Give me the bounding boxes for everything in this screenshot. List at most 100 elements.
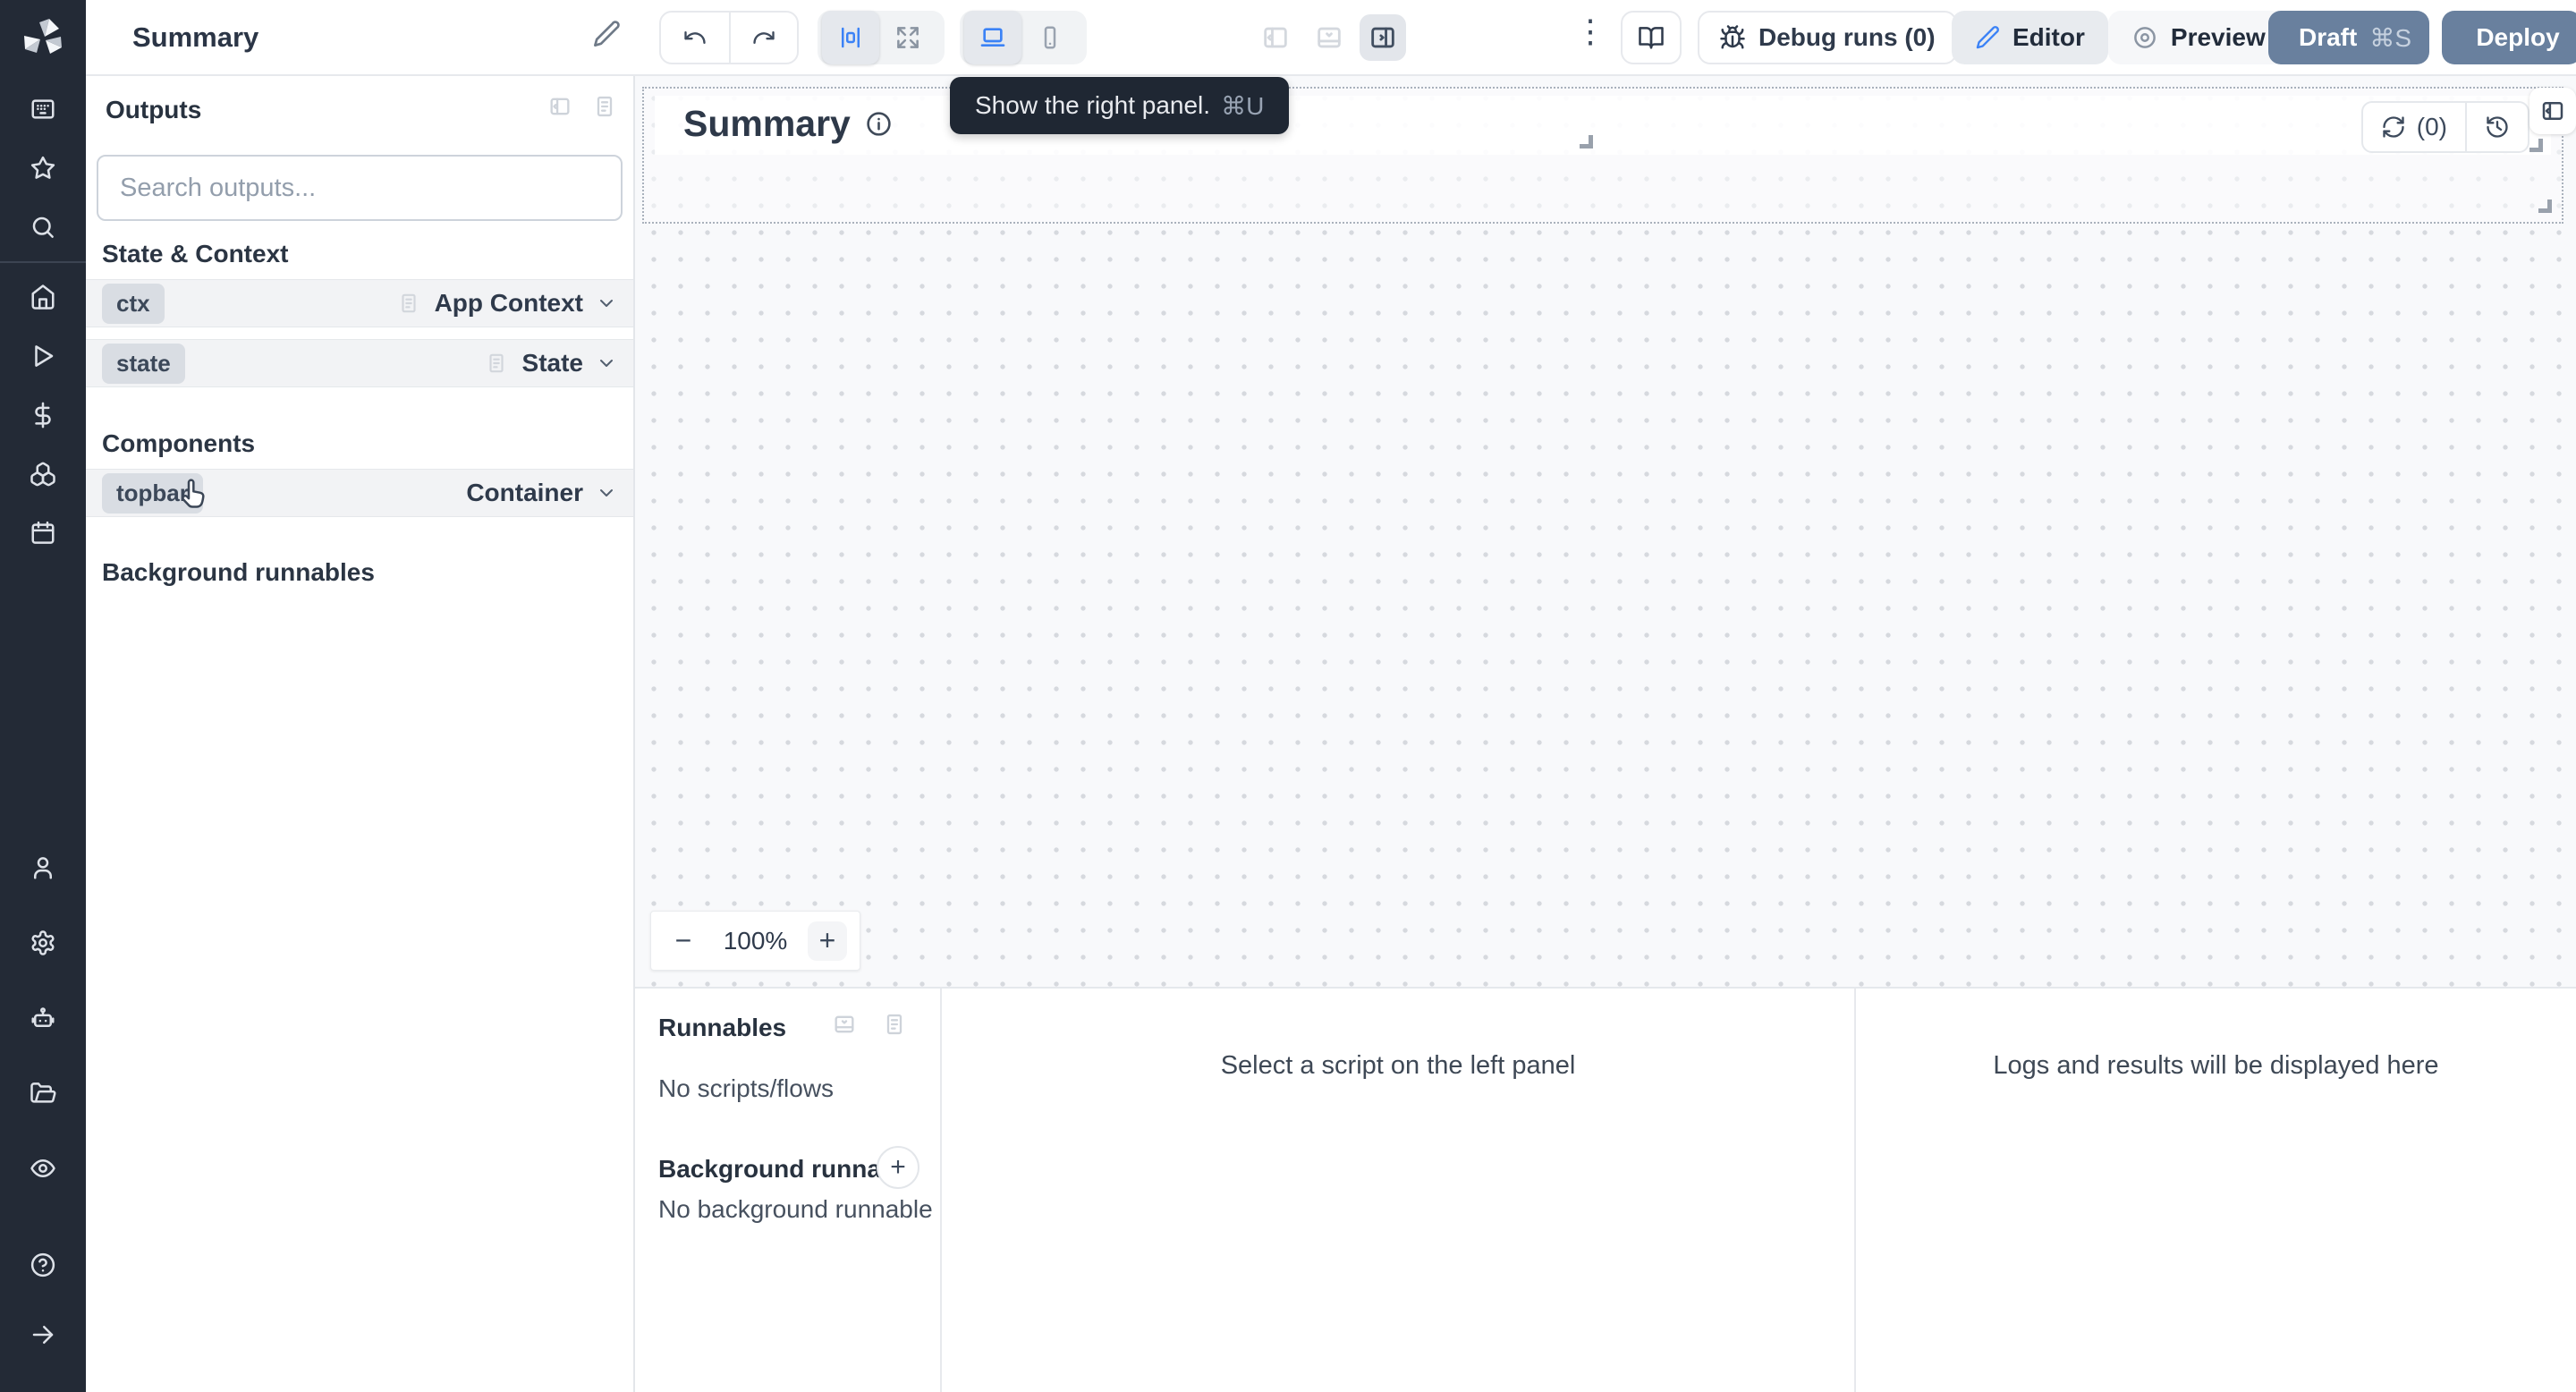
zoom-out-button[interactable]: − — [664, 921, 703, 961]
boxes-icon — [30, 462, 55, 487]
undo-button[interactable] — [661, 13, 729, 63]
mobile-view-button[interactable] — [1021, 11, 1079, 64]
script-editor-panel: Select a script on the left panel — [942, 989, 1856, 1392]
output-type: State — [521, 349, 583, 377]
outputs-doc-button[interactable] — [592, 94, 617, 119]
rail-item-search[interactable] — [21, 206, 64, 249]
refresh-icon — [2383, 116, 2404, 138]
section-background-runnables: Background runnables — [102, 558, 375, 586]
rail-footer-group — [21, 1243, 64, 1356]
rail-item-workers[interactable] — [21, 997, 64, 1040]
bug-icon — [1720, 25, 1745, 49]
chevron-down-icon[interactable] — [596, 352, 617, 374]
zoom-level: 100% — [723, 926, 788, 955]
topbar-component[interactable] — [655, 96, 2551, 155]
save-draft-button[interactable]: Draft ⌘S — [2268, 11, 2429, 64]
collapse-runnables-button[interactable] — [832, 1012, 857, 1037]
output-row-ctx[interactable]: ctx App Context — [86, 279, 633, 327]
outputs-header: Outputs — [106, 96, 202, 123]
runnables-empty-text: No scripts/flows — [658, 1074, 835, 1102]
desktop-view-button[interactable] — [964, 11, 1021, 64]
refresh-app-button[interactable]: (0) — [2363, 103, 2465, 151]
info-icon[interactable] — [865, 110, 893, 138]
full-width-button[interactable] — [879, 11, 936, 64]
rail-item-user[interactable] — [21, 846, 64, 889]
zoom-in-button[interactable]: + — [808, 921, 847, 961]
history-button[interactable] — [2465, 103, 2528, 151]
panel-right-icon — [1371, 27, 1394, 48]
tooltip-shortcut: ⌘U — [1221, 91, 1265, 120]
rail-item-help[interactable] — [21, 1243, 64, 1286]
home-icon — [31, 284, 55, 310]
rail-item-folders[interactable] — [21, 1072, 64, 1115]
canvas-title-row: Summary — [683, 103, 893, 145]
windmill-app-editor: Summary ⋮ Debug runs (0) Editor Preview … — [0, 0, 2576, 1392]
search-outputs-box — [97, 155, 623, 221]
rail-item-runs[interactable] — [21, 335, 64, 378]
rail-item-favorites[interactable] — [21, 147, 64, 190]
app-window-icon — [31, 99, 55, 119]
pencil-icon — [1976, 26, 1999, 49]
zoom-control: − 100% + — [650, 911, 860, 971]
rail-item-audit[interactable] — [21, 1147, 64, 1190]
app-title: Summary — [132, 21, 259, 53]
output-row-state[interactable]: state State — [86, 339, 633, 387]
rail-item-settings[interactable] — [21, 921, 64, 964]
section-components: Components — [102, 429, 256, 457]
outputs-panel: Outputs State & Context ctx — [86, 76, 635, 1392]
hide-panel-corner-button[interactable] — [2529, 88, 2576, 134]
windmill-logo[interactable] — [18, 14, 68, 64]
runnables-doc-button[interactable] — [882, 1012, 907, 1037]
search-icon — [32, 216, 54, 238]
rail-item-apps[interactable] — [21, 88, 64, 131]
rail-item-home[interactable] — [21, 276, 64, 318]
panel-left-close-icon — [2542, 102, 2563, 120]
editor-tab[interactable]: Editor — [1952, 11, 2108, 64]
star-icon — [30, 156, 55, 179]
chevron-down-icon[interactable] — [596, 293, 617, 314]
panel-bottom-close-icon — [835, 1015, 854, 1033]
debug-runs-button[interactable]: Debug runs (0) — [1698, 11, 1957, 64]
rail-item-resources[interactable] — [21, 453, 64, 496]
deploy-button[interactable]: Deploy — [2442, 11, 2576, 64]
resize-handle[interactable] — [2529, 139, 2543, 152]
app-canvas[interactable]: Summary (0) − 100% + — [635, 76, 2576, 987]
arrow-right-icon — [32, 1326, 54, 1344]
toggle-bottom-panel-button[interactable] — [1306, 14, 1352, 61]
search-outputs-input[interactable] — [98, 157, 621, 219]
dollar-icon — [35, 402, 51, 429]
resize-handle[interactable] — [2538, 199, 2552, 213]
doc-icon — [886, 1014, 902, 1035]
draft-shortcut: ⌘S — [2369, 23, 2412, 52]
preview-tab[interactable]: Preview — [2107, 11, 2289, 64]
section-state-context: State & Context — [102, 240, 289, 267]
toggle-right-panel-button[interactable] — [1360, 14, 1406, 61]
redo-icon — [753, 31, 775, 44]
rail-item-variables[interactable] — [21, 394, 64, 437]
redo-button[interactable] — [729, 13, 797, 63]
add-background-runnable-button[interactable]: + — [877, 1146, 919, 1189]
top-toolbar: Summary ⋮ Debug runs (0) Editor Preview … — [86, 0, 2576, 76]
collapse-outputs-button[interactable] — [547, 94, 572, 119]
rail-item-schedules[interactable] — [21, 512, 64, 555]
runnables-panel: Runnables No scripts/flows Background ru… — [635, 989, 942, 1392]
rail-item-expand[interactable] — [21, 1313, 64, 1356]
output-badge: state — [102, 343, 185, 384]
bounded-width-button[interactable] — [822, 11, 879, 64]
chevron-down-icon[interactable] — [596, 482, 617, 504]
canvas-refresh-group: (0) — [2360, 101, 2529, 153]
toggle-left-panel-button[interactable] — [1252, 14, 1299, 61]
docs-button[interactable] — [1621, 11, 1682, 64]
doc-icon — [597, 96, 613, 117]
more-menu-button[interactable]: ⋮ — [1572, 13, 1608, 50]
selected-container-outline[interactable]: Summary — [642, 87, 2563, 224]
resize-handle[interactable] — [1580, 135, 1593, 149]
laptop-icon — [980, 28, 1005, 47]
gear-icon — [31, 930, 55, 955]
rail-top-group — [21, 88, 64, 249]
edit-title-button[interactable] — [592, 20, 621, 48]
output-row-topbar[interactable]: topbar Container — [86, 469, 633, 517]
logs-placeholder-text: Logs and results will be displayed here — [1993, 1051, 2439, 1080]
editor-tab-label: Editor — [2012, 23, 2085, 51]
output-badge: ctx — [102, 283, 165, 324]
